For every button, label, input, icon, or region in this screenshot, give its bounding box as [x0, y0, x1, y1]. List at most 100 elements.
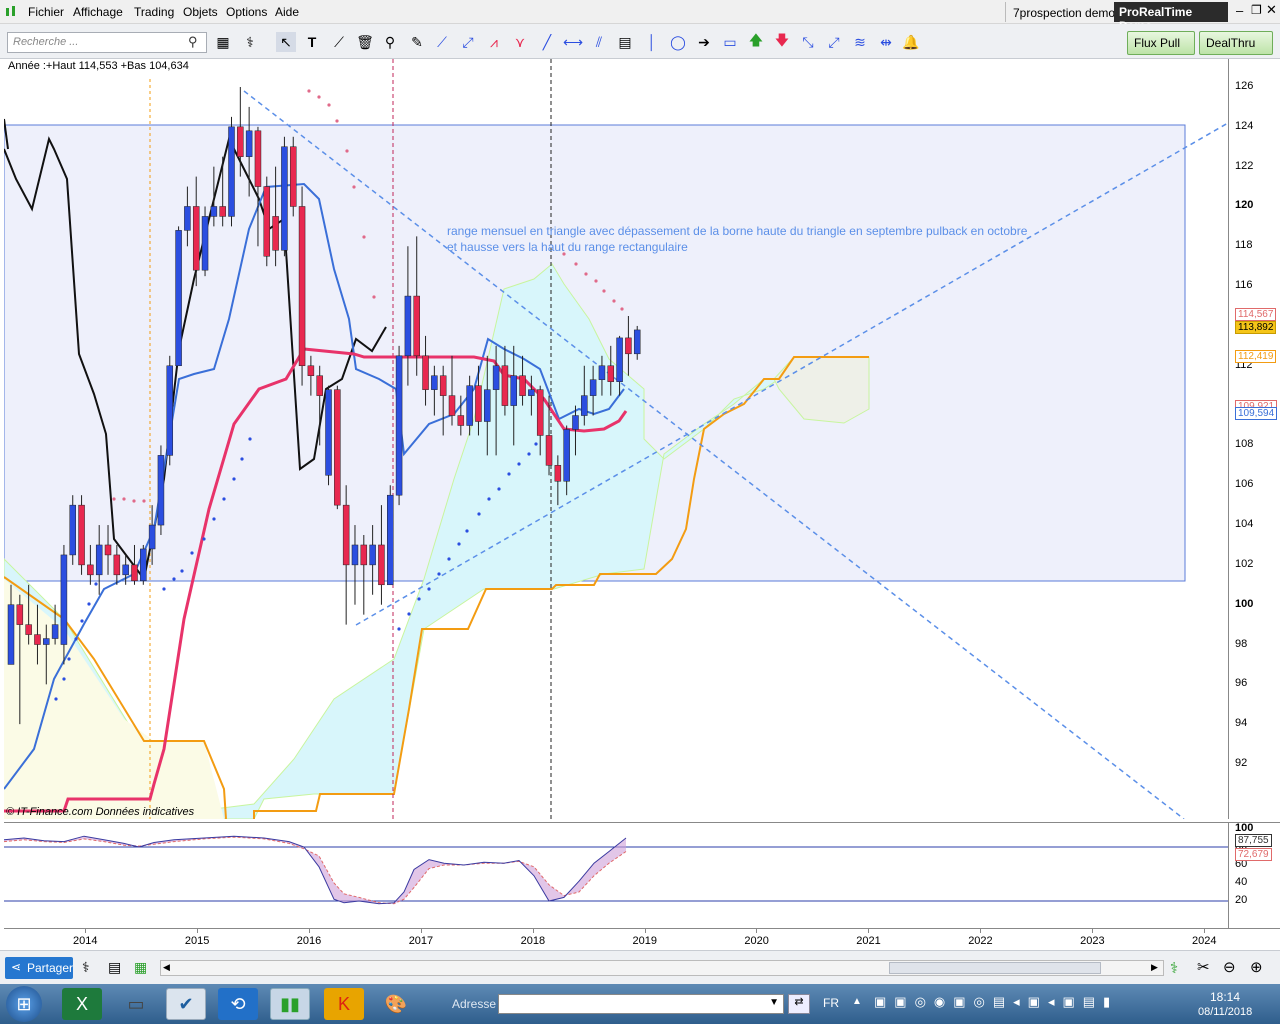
- price-tick-label: 100: [1235, 597, 1254, 610]
- table-icon[interactable]: ▦: [134, 959, 147, 976]
- horizontal-line-icon[interactable]: ⟷: [563, 32, 583, 52]
- measure-tool-icon[interactable]: ⇹: [876, 32, 896, 52]
- candle-body: [492, 365, 500, 390]
- start-button-icon[interactable]: ⊞: [6, 986, 42, 1022]
- flux-pull-button[interactable]: Flux Pull: [1127, 31, 1195, 55]
- trendline-icon[interactable]: ╱: [537, 32, 557, 52]
- gann-tool-icon[interactable]: ≋: [850, 32, 870, 52]
- candle-body: [87, 564, 94, 576]
- rectangle-tool-icon[interactable]: ▭: [720, 32, 740, 52]
- price-tick-label: 120: [1235, 199, 1254, 212]
- menu-objets[interactable]: Objets: [183, 5, 218, 19]
- year-tick: [1204, 929, 1205, 933]
- kodak-icon[interactable]: K: [324, 988, 364, 1020]
- cursor-icon[interactable]: ↖: [276, 32, 296, 52]
- sar-dot: [362, 235, 366, 239]
- ruler-icon[interactable]: ⟋: [329, 32, 349, 52]
- candle-body: [201, 216, 209, 271]
- candle-body: [237, 126, 244, 157]
- scroll-left-icon[interactable]: ◀: [163, 962, 170, 973]
- text-tool-icon[interactable]: T: [302, 32, 322, 52]
- minimize-icon[interactable]: –: [1236, 3, 1243, 18]
- sar-dot: [80, 619, 84, 623]
- sar-dot: [222, 497, 226, 501]
- ellipse-tool-icon[interactable]: ◯: [668, 32, 688, 52]
- year-label: 2023: [1080, 935, 1105, 947]
- adresse-input[interactable]: ▼: [498, 994, 784, 1014]
- adresse-dropdown-icon[interactable]: ▼: [769, 997, 779, 1008]
- sar-dot: [62, 677, 66, 681]
- checkmark-app-icon[interactable]: ✔: [166, 988, 206, 1020]
- candle-body: [131, 564, 138, 582]
- menu-options[interactable]: Options: [226, 5, 267, 19]
- close-icon[interactable]: ✕: [1266, 2, 1277, 18]
- candle-body: [25, 624, 32, 635]
- fibonacci-icon[interactable]: ⩘: [484, 32, 504, 52]
- tray-expand-icon[interactable]: ▲: [852, 996, 862, 1007]
- menu-trading[interactable]: Trading: [134, 5, 174, 19]
- vertical-line-icon[interactable]: │: [642, 32, 662, 52]
- year-label: 2019: [632, 935, 657, 947]
- menu-aide[interactable]: Aide: [275, 5, 299, 19]
- down-arrow-icon[interactable]: 🡇: [772, 32, 792, 52]
- chart-type-icon[interactable]: ⚕: [1170, 959, 1178, 977]
- clock-time[interactable]: 18:14: [1210, 990, 1240, 1004]
- price-axis[interactable]: 1261241221201181161141121101081061041021…: [1228, 59, 1280, 819]
- menu-affichage[interactable]: Affichage: [73, 5, 123, 19]
- candle-body: [34, 634, 41, 645]
- dealthru-label: DealThru: [1206, 36, 1256, 50]
- price-tick-label: 98: [1235, 637, 1248, 650]
- zoom-in-icon[interactable]: ⊕: [1250, 958, 1263, 976]
- menu-fichier[interactable]: Fichier: [28, 5, 64, 19]
- parallel-lines-icon[interactable]: ⫽: [589, 32, 609, 52]
- candle-body: [422, 355, 429, 390]
- sar-dot: [477, 512, 481, 516]
- zoom-out-icon[interactable]: ⊖: [1223, 958, 1236, 976]
- grid-tool-icon[interactable]: ▤: [615, 32, 635, 52]
- price-chart-svg: [4, 59, 1228, 819]
- alert-bell-icon[interactable]: 🔔: [901, 32, 921, 52]
- regression-tool-icon[interactable]: ⤢: [824, 32, 844, 52]
- bottom-bar: ⋖ Partager ⚕ ▤ ▦ ◀ ▶ ⚕ ✂ ⊖ ⊕: [0, 950, 1280, 984]
- language-indicator[interactable]: FR: [823, 996, 839, 1010]
- account-label: 7prospection demo: [1013, 6, 1116, 20]
- flux-pull-label: Flux Pull: [1134, 36, 1181, 50]
- line-tool-icon[interactable]: ⟋: [432, 32, 452, 52]
- paint-icon[interactable]: 🎨: [376, 988, 416, 1020]
- arrow-tool-icon[interactable]: ➔: [694, 32, 714, 52]
- price-tick-label: 124: [1235, 119, 1254, 132]
- price-tick-label: 92: [1235, 757, 1248, 769]
- clock-date[interactable]: 08/11/2018: [1198, 1006, 1252, 1018]
- scanner-icon[interactable]: ▭: [116, 988, 156, 1020]
- fan-tool-icon[interactable]: ⋎: [510, 32, 530, 52]
- magnet-icon[interactable]: ✎: [407, 32, 427, 52]
- oscillator-panel[interactable]: [4, 822, 1228, 928]
- ray-tool-icon[interactable]: ⤡: [798, 32, 818, 52]
- scroll-thumb[interactable]: [889, 962, 1101, 974]
- time-axis[interactable]: 2014 2015 2016 2017 2018 2019 2020 2021 2022 2023…: [4, 928, 1280, 950]
- chart-settings-icon[interactable]: ▦: [213, 32, 233, 52]
- candle-body: [51, 624, 59, 639]
- dealthru-button[interactable]: DealThru: [1199, 31, 1273, 55]
- excel-icon[interactable]: X: [62, 988, 102, 1020]
- prorealtime-taskbar-icon[interactable]: ▮▮: [270, 988, 310, 1020]
- sar-dot: [517, 462, 521, 466]
- search-input[interactable]: Recherche ...: [7, 32, 207, 53]
- list-icon[interactable]: ▤: [108, 959, 121, 976]
- adresse-go-icon[interactable]: ⇄: [788, 994, 810, 1014]
- price-chart[interactable]: Année :+Haut 114,553 +Bas 104,634 range …: [4, 59, 1228, 819]
- restore-icon[interactable]: ❐: [1251, 3, 1262, 17]
- time-scrollbar[interactable]: ◀ ▶: [160, 960, 1164, 976]
- scroll-right-icon[interactable]: ▶: [1151, 962, 1158, 973]
- search-icon[interactable]: ⚲: [188, 34, 198, 50]
- indicator-icon[interactable]: ⚕: [240, 32, 260, 52]
- crosshair-icon[interactable]: ✂: [1197, 958, 1210, 976]
- up-arrow-icon[interactable]: 🡅: [746, 32, 766, 52]
- sync-app-icon[interactable]: ⟲: [218, 988, 258, 1020]
- partager-button[interactable]: ⋖ Partager: [5, 957, 73, 979]
- trash-icon[interactable]: 🗑: [355, 32, 375, 52]
- zoom-icon[interactable]: ⚲: [380, 32, 400, 52]
- channel-tool-icon[interactable]: ⤢: [458, 32, 478, 52]
- sar-dot: [465, 529, 469, 533]
- indicator-settings-icon[interactable]: ⚕: [82, 959, 90, 976]
